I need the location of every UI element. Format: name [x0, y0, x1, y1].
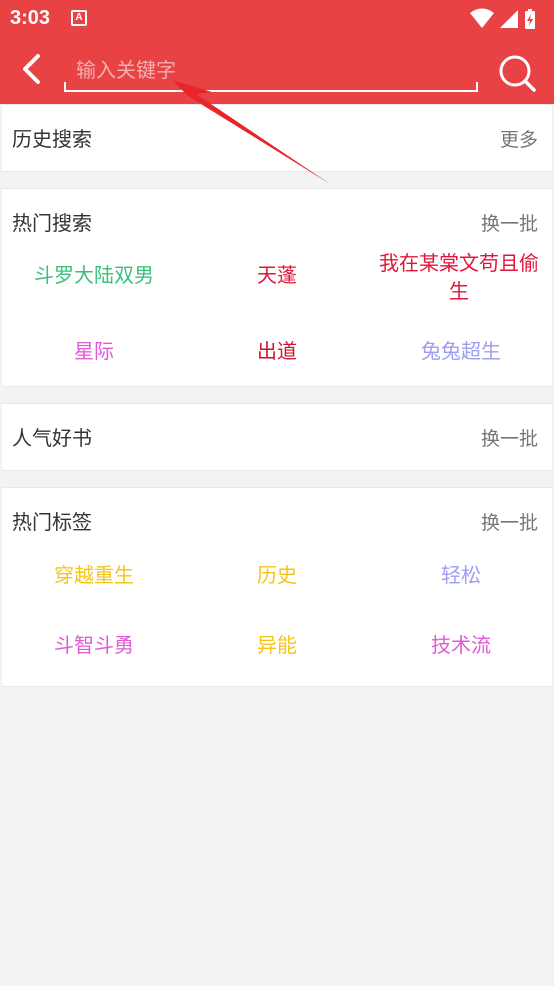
search-icon [499, 55, 536, 92]
hot-search-title: 热门搜索 [12, 211, 92, 235]
history-search-title: 历史搜索 [12, 127, 92, 151]
back-button[interactable] [14, 50, 50, 90]
hot-tag-item[interactable]: 斗智斗勇 [2, 631, 186, 659]
hot-search-item[interactable]: 我在某棠文苟且偷生 [369, 249, 549, 305]
notification-icon: A [71, 10, 87, 26]
hot-tag-item[interactable]: 技术流 [369, 631, 553, 659]
hot-search-item[interactable]: 天蓬 [185, 261, 369, 289]
popular-books-title: 人气好书 [12, 426, 92, 450]
hot-tag-item[interactable]: 穿越重生 [2, 561, 186, 589]
hot-tag-item[interactable]: 异能 [185, 631, 369, 659]
popular-books-refresh-button[interactable]: 换一批 [481, 424, 538, 451]
hot-search-item[interactable]: 出道 [185, 337, 369, 365]
hot-tags-title: 热门标签 [12, 510, 92, 534]
hot-search-section: 热门搜索 换一批 斗罗大陆双男 天蓬 我在某棠文苟且偷生 星际 出道 兔兔超生 [2, 188, 552, 387]
hot-search-item[interactable]: 斗罗大陆双男 [2, 261, 186, 289]
hot-tag-item[interactable]: 历史 [185, 561, 369, 589]
hot-search-item[interactable]: 星际 [2, 337, 186, 365]
popular-books-section: 人气好书 换一批 [2, 403, 552, 471]
hot-tags-refresh-button[interactable]: 换一批 [481, 508, 538, 535]
app-bar [0, 38, 554, 104]
wifi-icon [470, 8, 494, 28]
history-search-section: 历史搜索 更多 [2, 104, 552, 172]
status-time: 3:03 [10, 7, 51, 29]
back-arrow-icon [23, 54, 40, 84]
search-box[interactable] [64, 52, 478, 92]
battery-icon [525, 9, 535, 29]
hot-tag-item[interactable]: 轻松 [369, 561, 553, 589]
hot-tags-section: 热门标签 换一批 穿越重生 历史 轻松 斗智斗勇 异能 技术流 [2, 487, 552, 687]
search-button[interactable] [496, 52, 538, 94]
search-input[interactable] [76, 54, 466, 86]
signal-icon [500, 10, 518, 28]
status-bar: 3:03 A [0, 0, 554, 38]
status-icons [470, 8, 535, 29]
history-more-link[interactable]: 更多 [500, 125, 538, 152]
hot-search-item[interactable]: 兔兔超生 [369, 337, 553, 365]
hot-search-refresh-button[interactable]: 换一批 [481, 209, 538, 236]
